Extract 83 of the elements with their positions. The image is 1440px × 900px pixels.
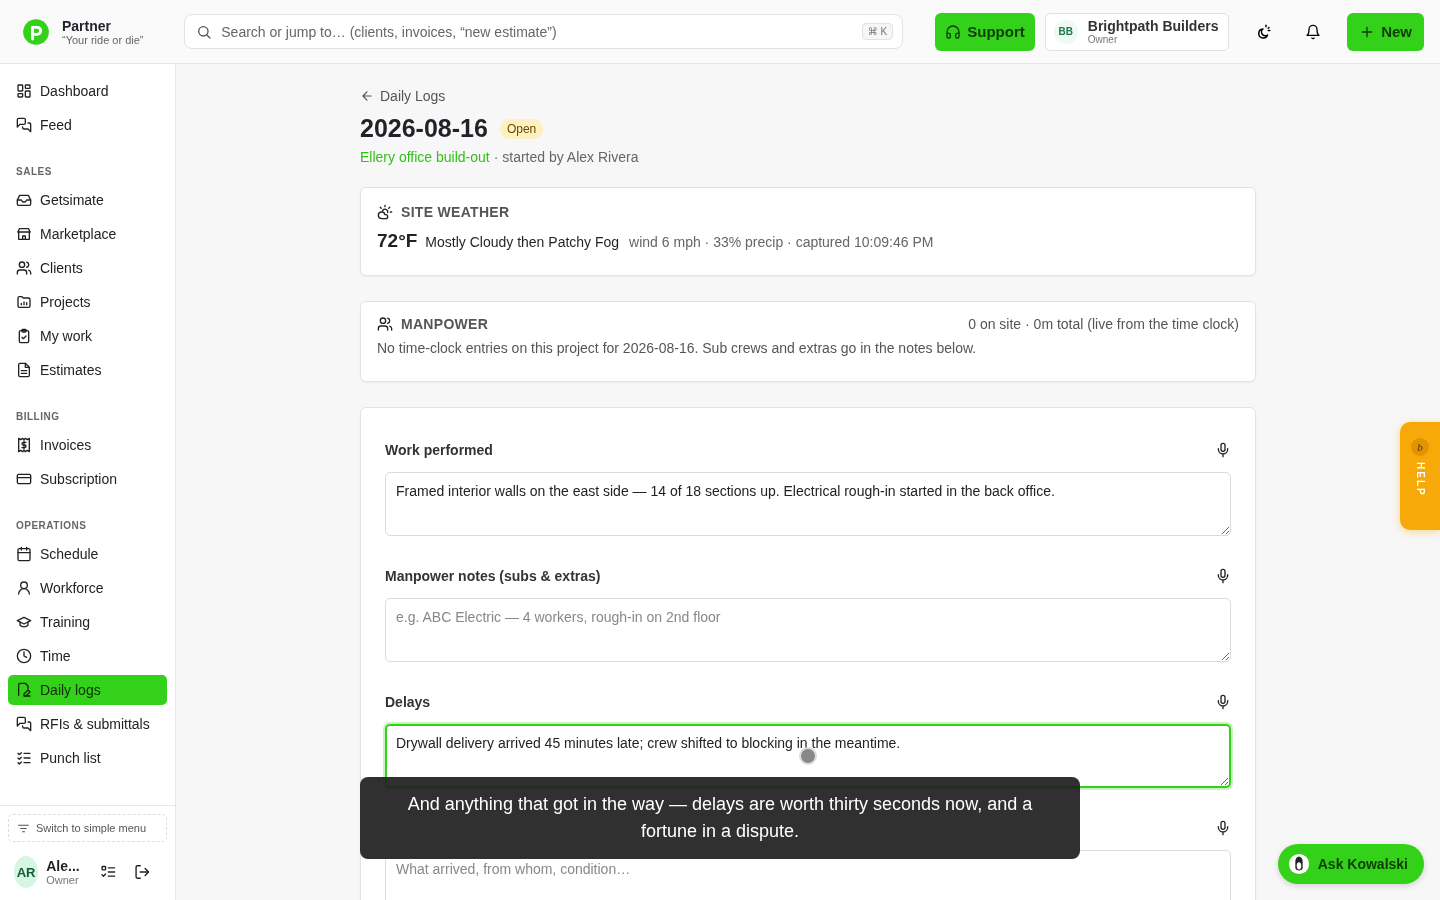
- users-icon: [377, 316, 393, 332]
- sidebar-item[interactable]: My work: [8, 321, 167, 351]
- sidebar-item[interactable]: Clients: [8, 253, 167, 283]
- sidebar-item[interactable]: Dashboard: [8, 76, 167, 106]
- manpower-note: No time-clock entries on this project for 2026-08-16. Sub crews and extras go in the notes below.: [377, 340, 978, 356]
- card-icon: [16, 471, 32, 487]
- user-icon: [16, 580, 32, 596]
- sidebar-item[interactable]: Punch list: [8, 743, 167, 773]
- section-title: MANPOWER: [401, 316, 489, 332]
- document-icon: [16, 362, 32, 378]
- calendar-icon: [16, 546, 32, 562]
- section-heading: BILLING: [15, 411, 61, 422]
- account-name: Brightpath Builders: [1087, 18, 1219, 34]
- chat-icon: [16, 716, 32, 732]
- edit-icon: [16, 682, 32, 698]
- forecast-summary: Mostly Cloudy then Patchy Fog: [425, 234, 620, 250]
- microphone-icon[interactable]: [1215, 442, 1231, 458]
- page-title: 2026-08-16: [360, 114, 488, 143]
- brand-name: Partner: [62, 17, 113, 34]
- brand-tagline: “Your ride or die”: [62, 33, 144, 46]
- sidebar-item[interactable]: Invoices: [8, 430, 167, 460]
- clock-icon: [16, 648, 32, 664]
- sidebar-item[interactable]: Feed: [8, 110, 167, 140]
- sidebar-item[interactable]: Getsimate: [8, 185, 167, 215]
- checklist-icon: [16, 750, 32, 766]
- receipt-icon: [16, 437, 32, 453]
- sidebar-item[interactable]: Subscription: [8, 464, 167, 494]
- sidebar-item[interactable]: Projects: [8, 287, 167, 317]
- microphone-icon[interactable]: [1215, 694, 1231, 710]
- section-heading: OPERATIONS: [15, 520, 88, 531]
- grid-icon: [16, 83, 32, 99]
- headset-icon: [945, 23, 962, 40]
- sidebar-item[interactable]: Time: [8, 641, 167, 671]
- cloud-sun-icon: [377, 204, 393, 220]
- user-avatar: AR: [14, 856, 39, 888]
- search-icon: [196, 24, 213, 40]
- sidebar-item[interactable]: Training: [8, 607, 167, 637]
- status-badge: Open: [499, 118, 544, 139]
- logo-icon: [22, 17, 50, 46]
- started-by-text: · started by Alex Rivera: [493, 149, 639, 165]
- section-heading: SALES: [15, 166, 53, 177]
- sidebar-item[interactable]: Estimates: [8, 355, 167, 385]
- chat-icon: [16, 117, 32, 133]
- shortcut-hint: ⌘ K: [861, 23, 894, 40]
- account-switcher[interactable]: BB Brightpath Builders Owner: [1044, 12, 1230, 51]
- text-area[interactable]: e.g. ABC Electric — 4 workers, rough-in on 2nd floor: [385, 598, 1231, 662]
- inbox-icon: [16, 192, 32, 208]
- field-label: Delays: [385, 694, 431, 710]
- weather-details: wind 6 mph · 33% precip · captured 10:09:46 PM: [629, 234, 934, 250]
- manpower-summary: 0 on site · 0m total (live from the time clock): [968, 316, 1239, 332]
- user-name: Ale...: [46, 858, 80, 874]
- graduation-cap-icon: [16, 614, 32, 630]
- temperature: 72°F: [377, 230, 418, 252]
- sidebar-item[interactable]: RFIs & submittals: [8, 709, 167, 739]
- help-tab[interactable]: b HELP: [1400, 422, 1440, 530]
- sidebar-item[interactable]: Daily logs: [8, 675, 167, 705]
- penguin-icon: [1287, 853, 1310, 875]
- new-button[interactable]: New: [1347, 12, 1424, 51]
- bell-icon: [1305, 23, 1322, 40]
- users-icon: [16, 260, 32, 276]
- account-avatar: BB: [1053, 19, 1078, 44]
- support-button[interactable]: Support: [935, 12, 1035, 51]
- account-role: Owner: [1087, 34, 1119, 45]
- store-icon: [16, 226, 32, 242]
- help-badge: b: [1411, 438, 1429, 456]
- ask-assistant-button[interactable]: Ask Kowalski: [1277, 844, 1424, 884]
- switch-menu-button[interactable]: Switch to simple menu: [8, 814, 167, 842]
- field-label: Work performed: [385, 442, 493, 458]
- text-area[interactable]: Framed interior walls on the east side — 14 of 18 sections up. Electrical rough-in started in the back office.: [385, 472, 1231, 536]
- microphone-icon[interactable]: [1215, 568, 1231, 584]
- back-link[interactable]: Daily Logs: [360, 88, 1256, 104]
- folder-icon: [16, 294, 32, 310]
- section-title: SITE WEATHER: [401, 204, 510, 220]
- microphone-icon[interactable]: [1215, 820, 1231, 836]
- field-label: Manpower notes (subs & extras): [385, 568, 601, 584]
- sidebar-item[interactable]: Marketplace: [8, 219, 167, 249]
- caption-overlay: And anything that got in the way — delays are worth thirty seconds now, and a fortune in a dispute.: [360, 777, 1080, 859]
- clipboard-icon: [16, 328, 32, 344]
- user-role: Owner: [46, 874, 80, 886]
- sidebar-item[interactable]: Schedule: [8, 539, 167, 569]
- arrow-left-icon: [360, 89, 374, 103]
- sidebar-item[interactable]: Workforce: [8, 573, 167, 603]
- help-label: HELP: [1414, 462, 1426, 497]
